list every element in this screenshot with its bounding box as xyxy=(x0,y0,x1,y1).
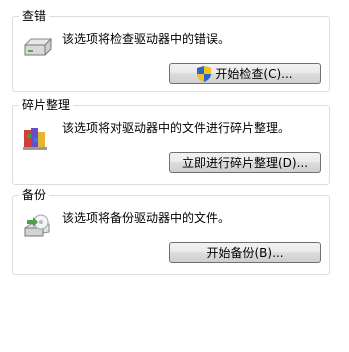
drive-icon xyxy=(21,31,55,65)
backup-description: 该选项将备份驱动器中的文件。 xyxy=(62,211,231,225)
defrag-title: 碎片整理 xyxy=(19,97,74,113)
backup-icon xyxy=(21,210,55,244)
start-backup-label: 开始备份(B)... xyxy=(206,246,284,260)
defrag-now-label: 立即进行碎片整理(D)... xyxy=(181,156,309,170)
start-check-button[interactable]: 开始检查(C)... xyxy=(169,63,321,84)
defrag-icon xyxy=(21,120,55,154)
uac-shield-icon xyxy=(197,65,212,82)
defrag-now-button[interactable]: 立即进行碎片整理(D)... xyxy=(169,152,321,173)
error-checking-title: 查错 xyxy=(19,8,50,24)
backup-group: 备份 该选项将备份驱动器中的文件。 开始备份(B)... xyxy=(12,187,330,275)
error-checking-description: 该选项将检查驱动器中的错误。 xyxy=(62,32,231,46)
start-check-label: 开始检查(C)... xyxy=(215,67,293,81)
error-checking-group: 查错 该选项将检查驱动器中的错误。 开始检查(C)... xyxy=(12,8,330,92)
defrag-group: 碎片整理 该选项将对驱动器中的文件进行碎片整理。 立即进行碎片整理(D)... xyxy=(12,97,330,185)
backup-title: 备份 xyxy=(19,187,50,203)
defrag-description: 该选项将对驱动器中的文件进行碎片整理。 xyxy=(62,121,291,135)
start-backup-button[interactable]: 开始备份(B)... xyxy=(169,242,321,263)
